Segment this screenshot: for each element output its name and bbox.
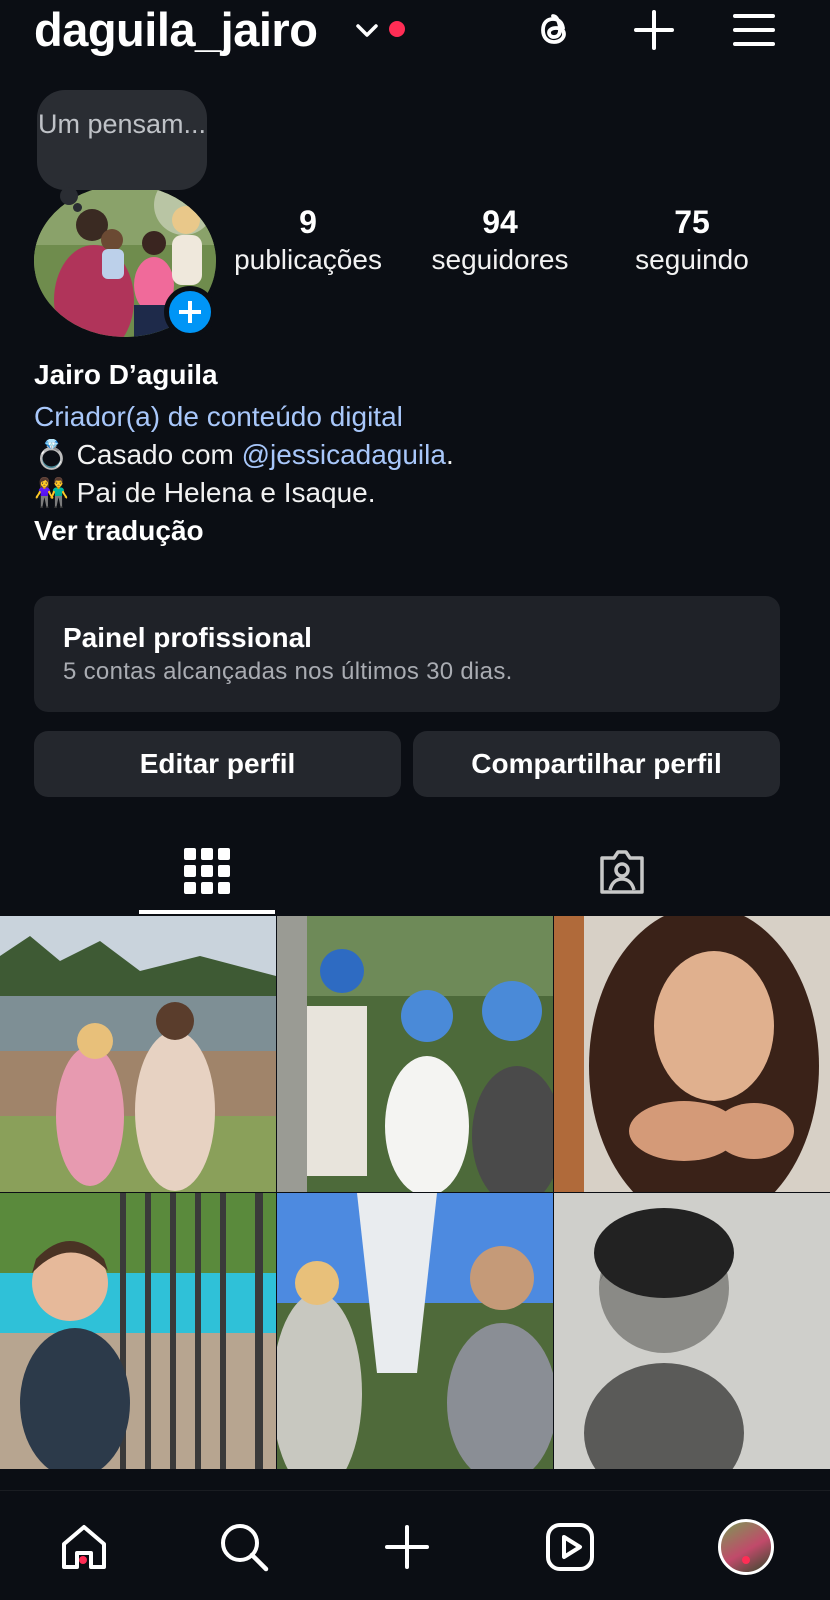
post-couple-lake[interactable] [0, 916, 276, 1192]
profile-avatar-container[interactable] [34, 185, 218, 339]
post-boy-profile-bw[interactable] [554, 1193, 830, 1469]
bio-line-1: 💍 Casado com @jessicadaguila. [34, 436, 794, 474]
post-girl-heart-hands[interactable] [554, 916, 830, 1192]
couple-emoji: 👫 [34, 477, 69, 508]
stat-following-label: seguindo [635, 244, 749, 275]
post-family-helmets[interactable] [277, 916, 553, 1192]
stat-followers-count: 94 [482, 204, 518, 240]
profile-bio: Jairo D’aguila Criador(a) de conteúdo di… [34, 356, 794, 550]
share-profile-button[interactable]: Compartilhar perfil [413, 731, 780, 797]
tagged-icon[interactable] [597, 846, 647, 896]
stat-posts-label: publicações [234, 244, 382, 275]
mention-link[interactable]: @jessicadaguila [242, 439, 446, 470]
active-tab-indicator [139, 910, 275, 914]
edit-profile-button[interactable]: Editar perfil [34, 731, 401, 797]
stat-posts-count: 9 [299, 204, 317, 240]
ring-emoji: 💍 [34, 439, 69, 470]
stat-followers-label: seguidores [431, 244, 569, 275]
username[interactable]: daguila_jairo [34, 4, 318, 56]
threads-icon[interactable] [530, 6, 578, 54]
top-bar: daguila_jairo [0, 0, 830, 62]
account-notification-dot [389, 21, 405, 37]
bio-line-2: 👫 Pai de Helena e Isaque. [34, 474, 794, 512]
category-label[interactable]: Criador(a) de conteúdo digital [34, 398, 794, 436]
chevron-down-icon[interactable] [354, 20, 380, 40]
home-notification-dot [79, 1556, 87, 1564]
stat-posts[interactable]: 9 publicações [213, 204, 403, 280]
bio-line-1-text: Casado com [76, 439, 242, 470]
see-translation-link[interactable]: Ver tradução [34, 512, 794, 550]
note-bubble-tail-small [73, 203, 82, 212]
panel-title: Painel profissional [63, 622, 312, 653]
search-icon[interactable] [216, 1519, 272, 1575]
panel-subtitle: 5 contas alcançadas nos últimos 30 dias. [63, 658, 513, 685]
create-icon[interactable] [379, 1519, 435, 1575]
reels-icon[interactable] [542, 1519, 598, 1575]
professional-dashboard-card[interactable]: Painel profissional 5 contas alcançadas … [34, 596, 780, 712]
note-bubble[interactable]: Um pensam... [37, 90, 207, 190]
bio-line-2-text: Pai de Helena e Isaque. [76, 477, 376, 508]
profile-notification-dot [742, 1556, 750, 1564]
hamburger-menu-icon[interactable] [730, 6, 778, 54]
display-name: Jairo D’aguila [34, 359, 218, 390]
profile-avatar-tab[interactable] [718, 1519, 774, 1575]
home-icon[interactable] [56, 1519, 112, 1575]
add-story-button[interactable] [164, 286, 216, 338]
plus-icon[interactable] [630, 6, 678, 54]
stat-followers[interactable]: 94 seguidores [405, 204, 595, 280]
grid-icon[interactable] [182, 846, 232, 896]
stat-following[interactable]: 75 seguindo [597, 204, 787, 280]
post-couple-statue[interactable] [277, 1193, 553, 1469]
posts-grid [0, 916, 830, 1488]
bio-line-1-end: . [445, 439, 454, 470]
post-boy-pool-railing[interactable] [0, 1193, 276, 1469]
stat-following-count: 75 [674, 204, 710, 240]
